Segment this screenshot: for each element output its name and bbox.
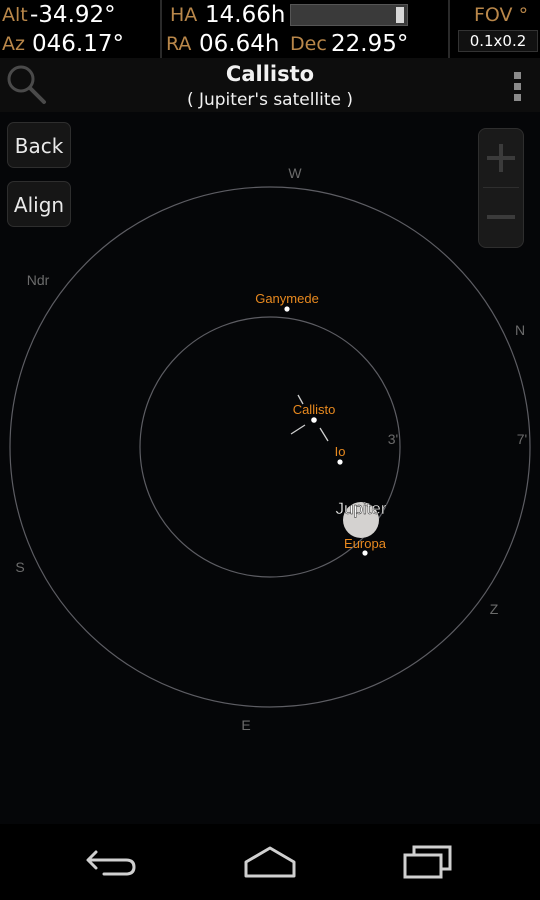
fov-label: FOV ° [474,4,529,26]
alt-value: -34.92° [30,2,116,28]
ganymede-dot [284,306,290,312]
callisto-label: Callisto [293,402,336,417]
align-button[interactable]: Align [7,181,71,227]
zoom-divider [483,187,519,188]
ha-label: HA [170,4,198,26]
ring-label-inner: 3' [388,431,398,447]
direction-n: N [515,322,525,338]
sky-chart[interactable]: W N S E Z Ndr 3' 7' Ganymede Callisto Io… [0,112,540,824]
object-header: Callisto ( Jupiter's satellite ) [0,58,540,112]
ha-value: 14.66h [205,2,286,28]
slider-handle[interactable] [396,7,404,23]
ra-label: RA [166,33,192,55]
ra-value: 06.64h [199,31,280,57]
ring-label-outer: 7' [517,431,527,447]
direction-e: E [241,717,250,733]
direction-ndr: Ndr [27,272,50,288]
europa-dot [362,550,368,556]
status-bar: Alt -34.92° Az 046.17° HA 14.66h RA 06.6… [0,0,540,58]
direction-s: S [15,559,24,575]
io-dot [337,459,343,465]
az-value: 046.17° [32,31,124,57]
overflow-menu-icon[interactable] [508,70,526,104]
dec-value: 22.95° [331,31,409,57]
divider [448,0,450,58]
io-label: Io [335,444,346,459]
zoom-control [478,128,524,248]
ganymede-label: Ganymede [255,291,319,306]
fov-value: 0.1x0.2 [469,32,527,50]
az-label: Az [2,33,25,55]
dec-label: Dec [290,33,327,55]
zoom-in-icon[interactable] [479,129,523,187]
back-nav-icon[interactable] [82,844,142,880]
fov-box[interactable]: 0.1x0.2 [458,30,538,52]
back-button[interactable]: Back [7,122,71,168]
page-title: Callisto [225,62,315,86]
alt-label: Alt [2,4,28,26]
direction-w: W [288,165,302,181]
page-subtitle: ( Jupiter's satellite ) [186,90,354,110]
navigation-bar [0,824,540,900]
recents-icon[interactable] [400,844,456,882]
brightness-slider[interactable] [290,4,408,26]
divider [160,0,162,58]
zoom-out-icon[interactable] [479,189,523,247]
direction-z: Z [490,601,499,617]
sky-view[interactable]: W N S E Z Ndr 3' 7' Ganymede Callisto Io… [0,112,540,824]
europa-label: Europa [344,536,387,551]
outer-ring [9,186,531,708]
callisto-dot [311,417,317,423]
jupiter-label: Jupiter [335,499,386,518]
home-icon[interactable] [240,842,300,882]
